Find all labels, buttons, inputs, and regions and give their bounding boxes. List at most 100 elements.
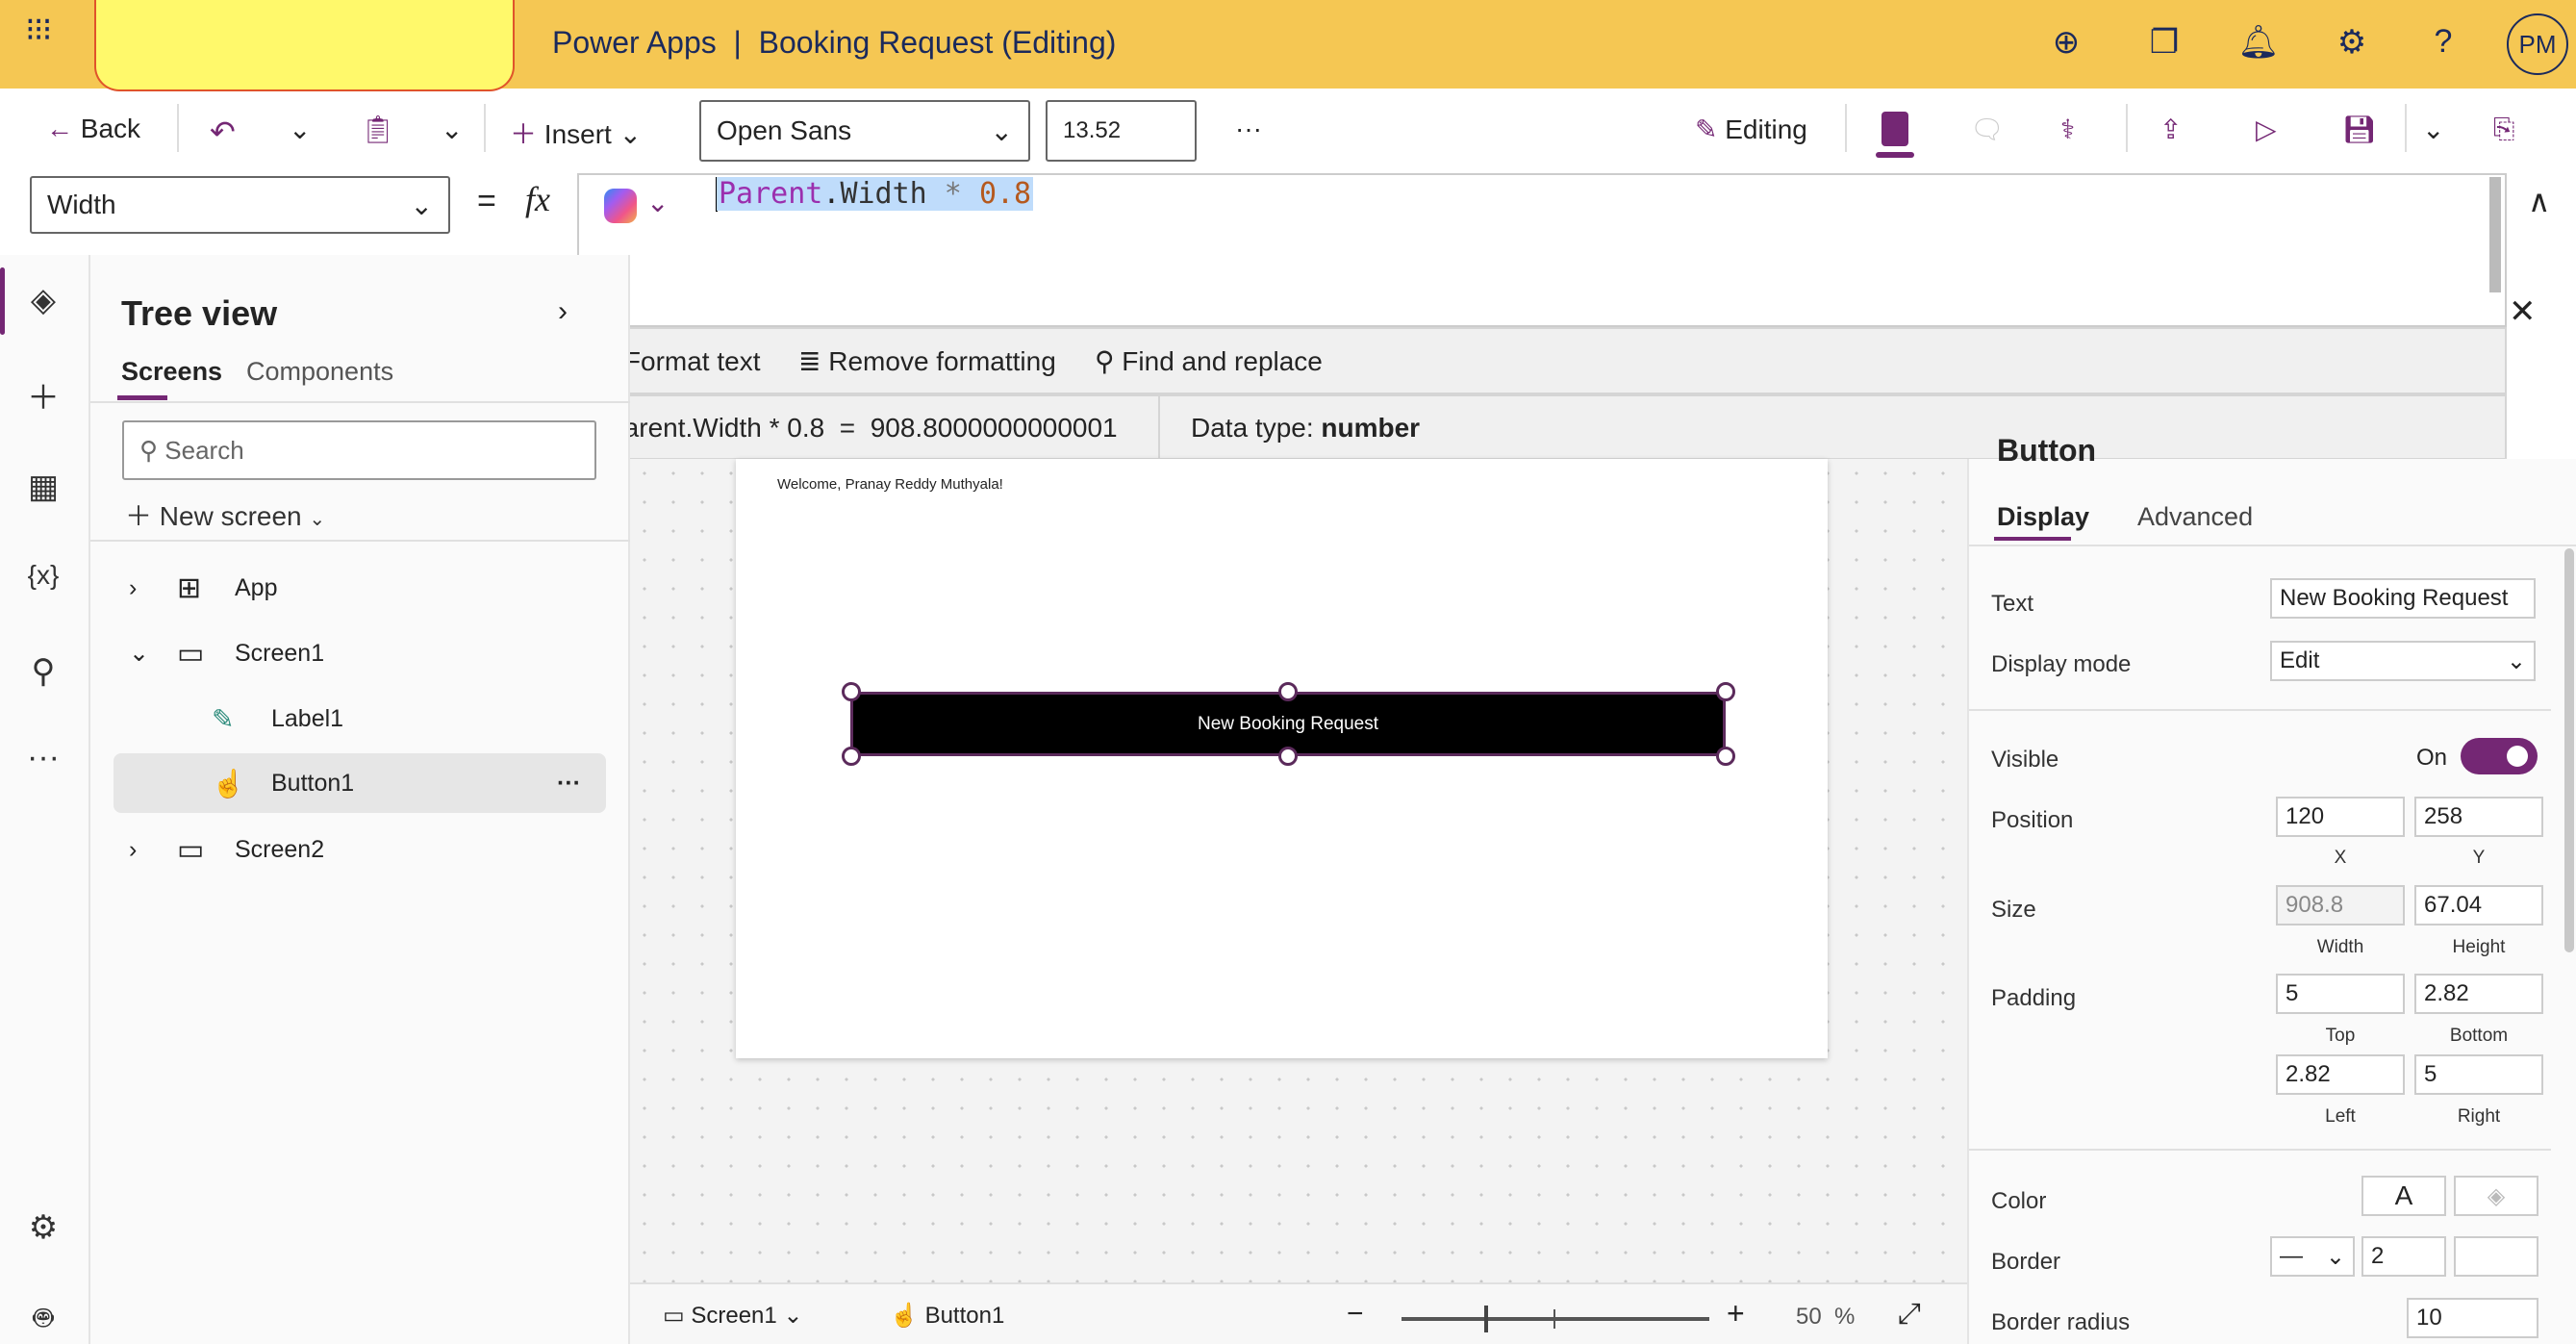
tree-item-label1[interactable]: ✎ Label1 [90, 689, 630, 748]
position-y-input[interactable]: 258 [2414, 797, 2543, 837]
tree-view-layers-icon[interactable]: ◈ [0, 281, 87, 319]
formula-code[interactable]: Parent.Width * 0.8 [717, 177, 1034, 211]
size-label: Size [1991, 897, 2036, 923]
control-breadcrumb[interactable]: ☝ Button1 [890, 1302, 1004, 1330]
padding-bottom-input[interactable]: 2.82 [2414, 974, 2543, 1014]
zoom-in-button[interactable]: + [1727, 1296, 1745, 1331]
border-radius-input[interactable]: 10 [2407, 1298, 2538, 1338]
search-icon[interactable]: ⚲ [0, 652, 87, 691]
publish-icon[interactable]: ⎘ [2493, 114, 2514, 145]
new-screen-button[interactable]: ＋ New screen ⌄ [125, 495, 325, 534]
zoom-slider-thumb[interactable] [1484, 1306, 1489, 1332]
tree-item-screen1[interactable]: ⌄ ▭ Screen1 [90, 623, 630, 683]
formula-result-bar: Parent.Width * 0.8 = 908.8000000000001 D… [577, 394, 2507, 460]
resize-handle[interactable] [1278, 682, 1298, 701]
screen-breadcrumb[interactable]: ▭ Screen1 ⌄ [663, 1302, 803, 1330]
resize-handle[interactable] [842, 682, 861, 701]
insert-button[interactable]: ＋ Insert ⌄ [510, 114, 642, 152]
tree-item-app[interactable]: › ⊞ App [90, 558, 630, 618]
display-mode-dropdown[interactable]: Edit ⌄ [2270, 641, 2536, 681]
resize-handle[interactable] [1278, 747, 1298, 766]
font-size-input[interactable]: 13.52 [1046, 100, 1197, 162]
padding-top-input[interactable]: 5 [2276, 974, 2405, 1014]
environment-icon[interactable]: ⊕ [2045, 23, 2087, 62]
panel-scrollbar[interactable] [2564, 548, 2574, 952]
property-dropdown[interactable]: Width ⌄ [30, 176, 450, 234]
collapse-chevron-up-icon[interactable]: ∧ [2528, 183, 2550, 219]
play-icon[interactable]: ▷ [2256, 114, 2277, 145]
resize-handle[interactable] [842, 747, 861, 766]
copilot-bot-icon[interactable]: 🤖︎ [0, 1295, 87, 1342]
welcome-label[interactable]: Welcome, Pranay Reddy Muthyala! [777, 476, 1003, 493]
chevron-down-icon[interactable]: ⌄ [441, 114, 463, 145]
stethoscope-icon[interactable]: ⚕ [2060, 114, 2075, 145]
find-replace-button[interactable]: ⚲ Find and replace [1095, 345, 1323, 377]
position-x-input[interactable]: 120 [2276, 797, 2405, 837]
avatar[interactable]: PM [2507, 13, 2568, 75]
remove-formatting-label: Remove formatting [828, 346, 1056, 376]
collapse-panel-icon[interactable]: › [558, 295, 568, 328]
font-dropdown[interactable]: Open Sans ⌄ [699, 100, 1030, 162]
font-value: Open Sans [717, 115, 852, 145]
settings-gear-icon[interactable]: ⚙ [0, 1208, 87, 1247]
tab-components[interactable]: Components [246, 357, 393, 387]
text-input[interactable]: New Booking Request [2270, 578, 2536, 619]
save-icon[interactable]: 💾︎ [2342, 114, 2377, 145]
comment-icon[interactable]: 🗨︎ [1970, 114, 2005, 145]
border-color-picker[interactable] [2454, 1236, 2538, 1277]
data-table-icon[interactable]: ▦ [0, 468, 87, 506]
remove-formatting-button[interactable]: ≣ Remove formatting [798, 345, 1056, 377]
insert-plus-icon[interactable]: ＋ [0, 371, 87, 418]
fill-color-picker[interactable]: ◈ [2454, 1176, 2538, 1216]
text-color-picker[interactable]: A [2361, 1176, 2446, 1216]
undo-icon[interactable]: ↶ [210, 114, 236, 150]
chevron-down-icon[interactable]: ⌄ [646, 187, 669, 218]
more-options-icon[interactable]: ··· [557, 770, 581, 798]
control-title: Button [1997, 433, 2097, 468]
more-options-button[interactable]: ··· [1235, 114, 1262, 144]
waffle-icon[interactable]: ⁝⁝⁝ [25, 13, 52, 46]
close-icon[interactable]: ✕ [2509, 292, 2537, 331]
help-icon[interactable]: ? [2422, 23, 2464, 61]
height-input[interactable]: 67.04 [2414, 885, 2543, 926]
border-width-input[interactable]: 2 [2361, 1236, 2446, 1277]
app-checker-icon[interactable] [1881, 112, 1908, 146]
bell-icon[interactable]: 🔔︎ [2237, 23, 2280, 62]
share-icon[interactable]: ⇪ [2159, 114, 2182, 145]
copilot-icon[interactable] [604, 189, 637, 223]
visible-toggle[interactable] [2461, 738, 2538, 774]
resize-handle[interactable] [1716, 747, 1735, 766]
arrow-left-icon: ← [46, 114, 73, 143]
tab-screens[interactable]: Screens [121, 357, 222, 387]
formula-scrollbar[interactable] [2489, 177, 2501, 292]
gear-icon[interactable]: ⚙ [2331, 23, 2373, 62]
tree-item-button1[interactable]: ☝ Button1 ··· [114, 753, 606, 813]
editing-button[interactable]: ✎ Editing [1695, 114, 1807, 145]
paste-icon[interactable]: 📋︎ [361, 114, 395, 145]
variables-icon[interactable]: {x} [0, 560, 87, 591]
more-icon[interactable]: ··· [0, 739, 87, 776]
chevron-down-icon[interactable]: ⌄ [289, 114, 311, 145]
y-label: Y [2472, 848, 2486, 868]
search-icon: ⚲ [139, 435, 165, 465]
zoom-out-button[interactable]: − [1347, 1298, 1364, 1331]
tree-item-screen2[interactable]: › ▭ Screen2 [90, 820, 630, 879]
search-input[interactable]: ⚲ Search [122, 420, 596, 480]
tab-advanced[interactable]: Advanced [2137, 502, 2253, 532]
copilot-icon[interactable]: ❐ [2143, 23, 2185, 62]
height-label: Height [2452, 937, 2506, 957]
padding-left-input[interactable]: 2.82 [2276, 1054, 2405, 1095]
padding-right-input[interactable]: 5 [2414, 1054, 2543, 1095]
tab-underline [117, 395, 167, 400]
border-style-dropdown[interactable]: — ⌄ [2270, 1236, 2355, 1277]
right-label: Right [2457, 1106, 2501, 1127]
resize-handle[interactable] [1716, 682, 1735, 701]
fit-to-window-icon[interactable]: ⤢ [1898, 1298, 1921, 1331]
control-name: Button1 [924, 1303, 1005, 1329]
chevron-down-icon[interactable]: ⌄ [2422, 114, 2444, 145]
zoom-slider[interactable] [1402, 1306, 1709, 1332]
back-button[interactable]: ← Back [46, 114, 140, 144]
text-value: New Booking Request [2280, 585, 2509, 611]
tab-display[interactable]: Display [1997, 502, 2089, 532]
width-input[interactable]: 908.8 [2276, 885, 2405, 926]
